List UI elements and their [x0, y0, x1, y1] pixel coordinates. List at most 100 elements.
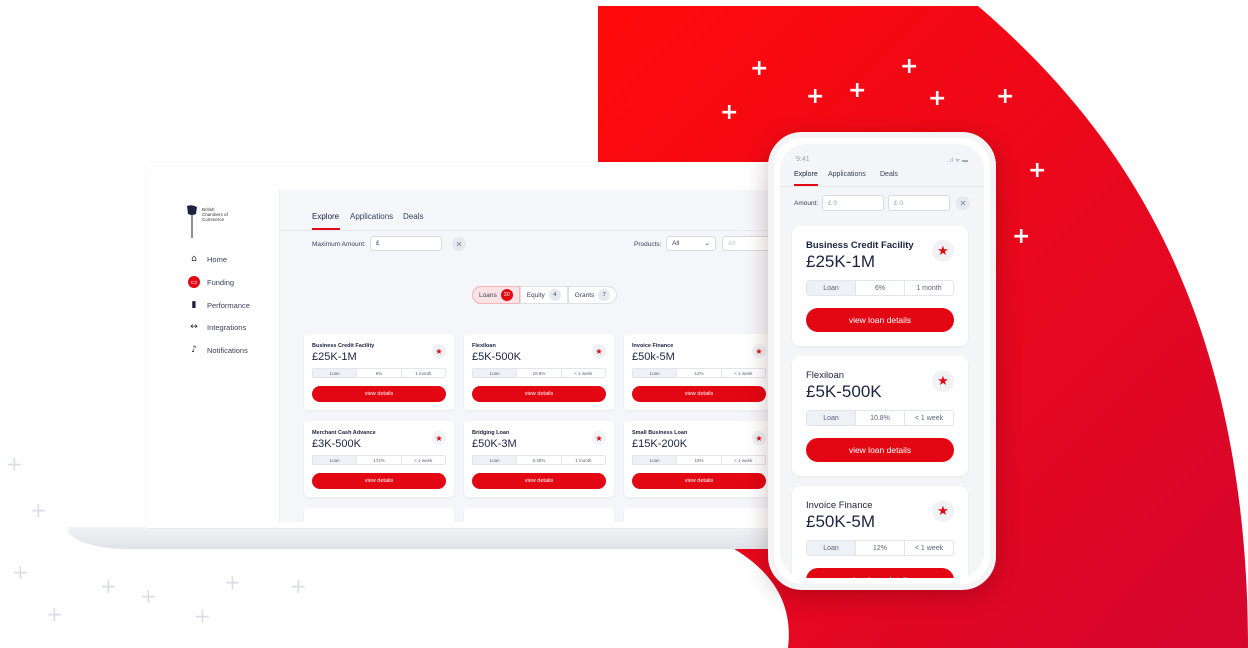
products-select-value: All [672, 240, 680, 247]
loan-time: < 1 week [720, 369, 765, 377]
loan-amount: £5K-500K [472, 351, 521, 363]
loan-name: Business Credit Facility [806, 240, 914, 251]
star-icon[interactable]: ★ [432, 344, 446, 358]
sidebar-item-integrations[interactable]: ↔ Integrations [188, 320, 246, 334]
star-icon[interactable]: ★ [752, 344, 766, 358]
loan-type: Loan [807, 281, 855, 295]
loan-name: Bridging Loan [472, 430, 510, 436]
view-details-button[interactable]: view details [472, 473, 606, 489]
clear-amount-button[interactable]: ✕ [452, 237, 466, 251]
plus-icon: + [900, 54, 919, 79]
loan-time: < 1 week [560, 369, 605, 377]
max-amount-input[interactable]: £ [370, 236, 442, 251]
desktop-app: British Chambers of Commerce ⌂ Home ▭ Fu… [172, 190, 786, 522]
product-type-toggle: Loans 30 Equity 4 Grants 7 [472, 286, 618, 304]
brand-logo[interactable]: British Chambers of Commerce [186, 204, 246, 244]
sidebar-item-label: Performance [207, 300, 250, 310]
plus-icon: + [100, 574, 117, 598]
loan-meta: Loan 6% 1 month [312, 368, 446, 378]
loan-card: Invoice Finance £50k-5M ★ Loan 12% < 1 w… [624, 334, 774, 410]
loan-time: 1 month [560, 456, 605, 464]
loan-name: Small Business Loan [632, 430, 688, 436]
view-details-button[interactable]: view details [472, 386, 606, 402]
sidebar-item-home[interactable]: ⌂ Home [188, 252, 227, 266]
loan-name: Flexiloan [472, 343, 496, 349]
products-secondary-value: All [728, 240, 736, 247]
star-icon[interactable]: ★ [752, 431, 766, 445]
loan-rate: 6% [855, 281, 904, 295]
loan-meta: Loan 8.28% 1 month [472, 455, 606, 465]
tab-applications[interactable]: Applications [350, 212, 393, 221]
loan-type: Loan [313, 369, 357, 377]
view-details-button[interactable]: view details [632, 386, 766, 402]
products-select[interactable]: All ⌄ [666, 236, 716, 251]
star-icon[interactable]: ★ [932, 370, 954, 392]
loan-card: Business Credit Facility £25K-1M ★ Loan … [792, 226, 968, 346]
plus-icon: + [6, 452, 23, 476]
loan-type: Loan [633, 369, 677, 377]
loan-amount: £15K-200K [632, 438, 688, 450]
star-icon[interactable]: ★ [592, 344, 606, 358]
plus-icon: + [140, 584, 157, 608]
view-loan-details-button[interactable]: view loan details [806, 438, 954, 462]
plus-icon: + [1028, 158, 1047, 183]
home-icon: ⌂ [191, 254, 197, 264]
loan-meta: Loan 172% < 1 week [312, 455, 446, 465]
star-icon[interactable]: ★ [932, 240, 954, 262]
loan-time: 1 month [400, 369, 445, 377]
loan-card: Merchant Cash Advance £3K-500K ★ Loan 17… [304, 421, 454, 497]
plus-icon: + [12, 560, 29, 584]
bar-chart-icon: ▮ [191, 300, 197, 310]
loan-type: Loan [807, 411, 855, 425]
status-time: 9:41 [796, 156, 810, 163]
sidebar-item-notifications[interactable]: ♪ Notifications [188, 343, 248, 357]
sidebar-item-funding[interactable]: ▭ Funding [188, 275, 234, 289]
view-loan-details-button[interactable]: view loan details [806, 308, 954, 332]
view-details-button[interactable]: view details [312, 386, 446, 402]
tab-applications[interactable]: Applications [828, 171, 866, 178]
star-icon[interactable]: ★ [592, 431, 606, 445]
loan-card-partial [464, 508, 614, 522]
status-icons: ..ıl ᯤ ▬ [946, 158, 968, 164]
plus-icon: + [720, 100, 739, 125]
tab-deals[interactable]: Deals [403, 212, 423, 221]
loan-card: Invoice Finance £50K-5M ★ Loan 12% < 1 w… [792, 486, 968, 578]
star-icon[interactable]: ★ [932, 500, 954, 522]
loan-time: < 1 week [904, 411, 953, 425]
loan-type: Loan [473, 369, 517, 377]
loan-meta: Loan 18% < 1 week [632, 455, 766, 465]
amount-label: Amount: [794, 200, 819, 207]
logo-mark-icon [187, 205, 197, 238]
view-loan-details-button[interactable]: view loan details [806, 568, 954, 578]
segment-label: Loans [479, 291, 497, 299]
loan-meta: Loan 6% 1 month [806, 280, 954, 296]
sidebar-item-performance[interactable]: ▮ Performance [188, 298, 250, 312]
loan-amount: £50K-3M [472, 438, 517, 450]
laptop-base [68, 527, 828, 549]
sidebar-item-label: Notifications [207, 345, 248, 355]
mobile-app: 9:41 ..ıl ᯤ ▬ Explore Applications Deals… [780, 144, 984, 578]
amount-to-input[interactable]: £ 0 [888, 195, 950, 211]
plus-icon: + [224, 570, 241, 594]
tab-deals[interactable]: Deals [880, 171, 898, 178]
view-details-button[interactable]: view details [312, 473, 446, 489]
segment-grants[interactable]: Grants 7 [567, 286, 618, 304]
loan-rate: 172% [356, 456, 400, 464]
clear-amount-button[interactable]: ✕ [956, 196, 970, 210]
plus-icon: + [1012, 224, 1031, 249]
segment-count: 30 [500, 289, 513, 301]
view-details-button[interactable]: view details [632, 473, 766, 489]
star-icon[interactable]: ★ [432, 431, 446, 445]
loan-rate: 8.28% [516, 456, 560, 464]
segment-loans[interactable]: Loans 30 [472, 286, 520, 304]
loan-rate: 10.8% [855, 411, 904, 425]
loan-card: Business Credit Facility £25K-1M ★ Loan … [304, 334, 454, 410]
tab-explore[interactable]: Explore [794, 171, 818, 178]
plus-icon: + [46, 602, 63, 626]
main-content: Explore Applications Deals Maximum Amoun… [280, 190, 786, 522]
sidebar-item-label: Home [207, 254, 228, 264]
tab-explore[interactable]: Explore [312, 212, 339, 221]
segment-equity[interactable]: Equity 4 [519, 286, 568, 304]
loan-name: Merchant Cash Advance [312, 430, 376, 436]
amount-from-input[interactable]: £ 0 [822, 195, 884, 211]
